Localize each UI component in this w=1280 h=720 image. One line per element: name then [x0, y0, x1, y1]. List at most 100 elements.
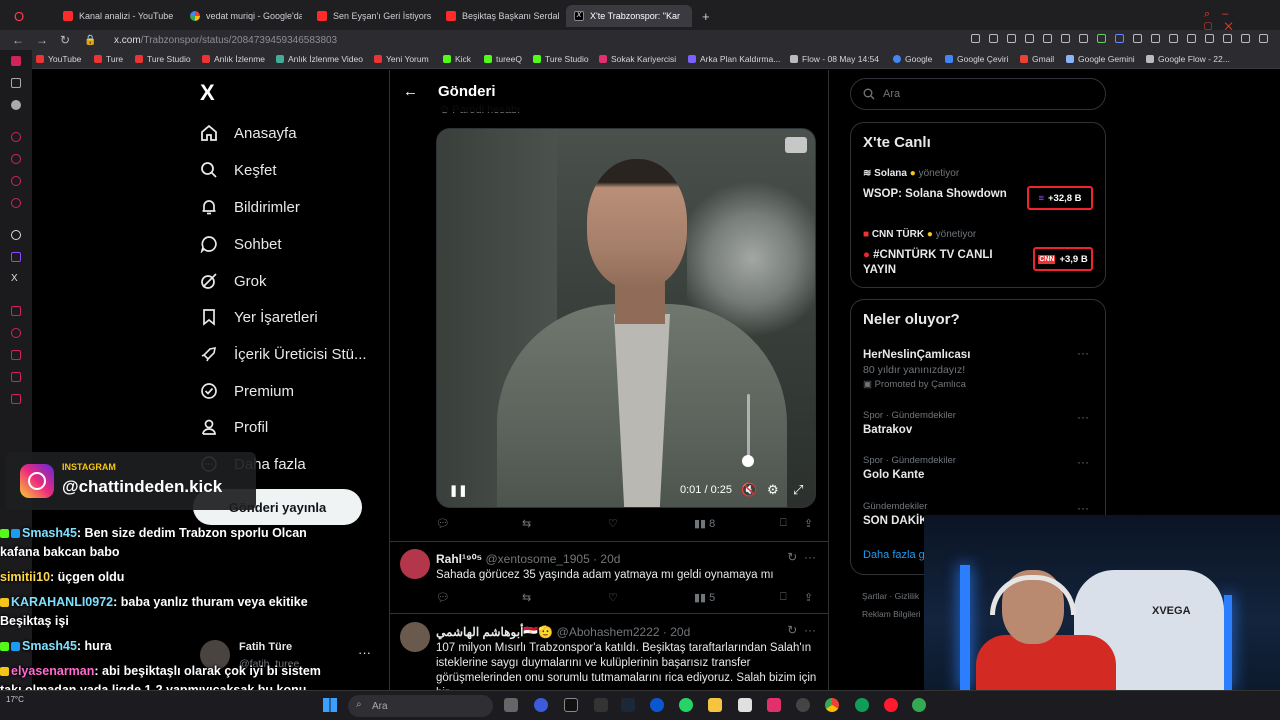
tiktok-icon[interactable]	[564, 698, 578, 712]
share-icon[interactable]: ⇪	[804, 591, 813, 604]
opera-icon[interactable]	[884, 698, 898, 712]
reply-author[interactable]: Rahl¹⁹⁰⁵ @xentosome_1905 · 20d	[436, 552, 620, 566]
nav-grok[interactable]: Grok	[200, 269, 267, 293]
speed-dial-icon[interactable]	[11, 78, 21, 88]
bookmark-yeni-yorum[interactable]: Yeni Yorum	[374, 54, 429, 64]
show-more-link[interactable]: Daha fazla gö	[863, 549, 931, 561]
footer-links[interactable]: Reklam Bilgileri	[862, 609, 921, 619]
trend-item[interactable]: HerNeslinÇamlıcası 80 yıldır yanınızdayı…	[863, 346, 1095, 390]
new-tab-button[interactable]: +	[694, 5, 712, 27]
nav-profile[interactable]: Profil	[200, 415, 268, 439]
bookmark-sokak-kariyercisi[interactable]: Sokak Kariyercisi	[599, 54, 676, 64]
home-sidebar-icon[interactable]	[11, 56, 21, 66]
tab-3[interactable]: Sen Eyşan'ı Geri İstiyorsun	[309, 5, 431, 27]
forward-arrow-icon[interactable]: →	[36, 33, 48, 47]
back-arrow-icon[interactable]: ←	[12, 33, 24, 47]
tab-4[interactable]: Beşiktaş Başkanı Serdal Ad	[438, 5, 560, 27]
instagram-icon[interactable]	[11, 176, 21, 186]
bookmark-tureeq[interactable]: tureeQ	[484, 54, 522, 64]
steam-icon[interactable]	[621, 698, 635, 712]
back-arrow-icon[interactable]: ←	[403, 83, 418, 100]
reply-icon[interactable]: 💬︎	[436, 591, 450, 604]
bookmark-google-ceviri[interactable]: Google Çeviri	[945, 54, 1009, 64]
more-options-icon[interactable]: ↻ ···	[787, 550, 816, 564]
x-sidebar-icon[interactable]: X	[11, 274, 21, 284]
whatsapp-icon[interactable]	[11, 154, 21, 164]
settings-gear-icon[interactable]: ⚙	[767, 482, 779, 498]
search-input[interactable]: Ara	[850, 78, 1106, 110]
cube-icon[interactable]	[11, 350, 21, 360]
x-logo[interactable]: X	[200, 80, 215, 106]
live-source[interactable]: ■ CNN TÜRK ● yönetiyor	[863, 229, 976, 240]
more-options-icon[interactable]: ···	[358, 645, 371, 660]
bookmark-google-gemini[interactable]: Google Gemini	[1066, 54, 1135, 64]
file-explorer-icon[interactable]	[708, 698, 722, 712]
more-options-icon[interactable]: ···	[1077, 410, 1089, 424]
downloads-icon[interactable]	[11, 394, 21, 404]
tab-1[interactable]: Kanal analizi - YouTube Stu	[55, 5, 175, 27]
app-icon[interactable]	[796, 698, 810, 712]
nav-bookmarks[interactable]: Yer İşaretleri	[200, 305, 318, 329]
twitch-icon[interactable]	[11, 252, 21, 262]
record-icon[interactable]	[11, 100, 21, 110]
weather-widget[interactable]: 17°C	[6, 695, 24, 704]
live-badge[interactable]: CNN +3,9 B	[1033, 247, 1093, 271]
avatar[interactable]	[400, 549, 430, 579]
edge-icon[interactable]	[855, 698, 869, 712]
nav-chat[interactable]: Sohbet	[200, 232, 282, 256]
bookmark-flow[interactable]: Flow - 08 May 14:54	[790, 54, 879, 64]
live-source[interactable]: ≋ Solana ● yönetiyor	[863, 168, 959, 179]
fullscreen-icon[interactable]: ⤢	[793, 482, 803, 498]
epic-games-icon[interactable]	[594, 698, 608, 712]
bookmark-google-flow[interactable]: Google Flow - 22...	[1146, 54, 1230, 64]
chrome-icon[interactable]	[825, 698, 839, 712]
messenger-icon[interactable]	[11, 132, 21, 142]
live-title[interactable]: ● #CNNTÜRK TV CANLI YAYIN	[863, 248, 1023, 278]
avatar[interactable]	[400, 622, 430, 652]
bookmark-action-icon[interactable]: ⎕	[780, 517, 787, 530]
views-icon[interactable]: ▮▮ 5	[694, 591, 715, 604]
app-icon[interactable]	[534, 698, 548, 712]
more-options-icon[interactable]: ···	[1077, 455, 1089, 469]
bookmark-ture-studio-2[interactable]: Ture Studio	[533, 54, 589, 64]
views-icon[interactable]: ▮▮ 8	[694, 517, 715, 530]
bookmark-google[interactable]: Google	[893, 54, 932, 64]
windows-start-icon[interactable]	[323, 698, 337, 712]
reply-author[interactable]: أبوهاشم الهاشمي🇪🇬🫡 @Abohashem2222 · 20d	[436, 625, 690, 639]
bookmark-ture[interactable]: Ture	[94, 54, 123, 64]
pause-icon[interactable]: ❚❚	[449, 484, 467, 497]
location-icon[interactable]	[11, 198, 21, 208]
music-icon[interactable]	[11, 306, 21, 316]
bookmark-action-icon[interactable]: ⎕	[780, 591, 787, 604]
pinboard-icon[interactable]	[11, 328, 21, 338]
more-options-icon[interactable]: ↻ ···	[787, 623, 816, 637]
repost-icon[interactable]: ⇆	[522, 591, 531, 604]
more-options-icon[interactable]: ···	[1077, 346, 1089, 360]
nav-creator-studio[interactable]: İçerik Üreticisi Stü...	[200, 342, 367, 366]
video-player[interactable]: ❚❚ 0:01 / 0:25 🔇 ⚙ ⤢	[436, 128, 816, 508]
chrome-icon[interactable]	[912, 698, 926, 712]
url-field[interactable]: x.com/Trabzonspor/status/208473945934658…	[114, 35, 337, 46]
volume-slider[interactable]	[747, 394, 750, 464]
reload-icon[interactable]: ↻	[60, 33, 72, 47]
repost-icon[interactable]: ⇆	[522, 517, 531, 530]
share-icon[interactable]: ⇪	[804, 517, 813, 530]
reply-tweet[interactable]: Rahl¹⁹⁰⁵ @xentosome_1905 · 20d ↻ ··· Sah…	[390, 541, 828, 613]
bookmark-arka-plan[interactable]: Arka Plan Kaldırma...	[688, 54, 780, 64]
nav-home[interactable]: Anasayfa	[200, 121, 297, 145]
opera-menu-icon[interactable]: O	[6, 5, 28, 27]
download-icon[interactable]	[785, 137, 807, 153]
nav-notifications[interactable]: Bildirimler	[200, 195, 300, 219]
live-title[interactable]: WSOP: Solana Showdown	[863, 187, 1023, 202]
taskbar-search[interactable]: ⌕ Ara	[348, 695, 493, 717]
history-icon[interactable]	[11, 372, 21, 382]
reply-icon[interactable]: 💬︎	[436, 517, 450, 530]
chatgpt-icon[interactable]	[11, 230, 21, 240]
bookmark-anlik-izlenme[interactable]: Anlık İzlenme	[202, 54, 265, 64]
trend-item[interactable]: Spor · Gündemdekiler Batrakov ···	[863, 410, 1095, 436]
nav-premium[interactable]: Premium	[200, 379, 294, 403]
task-view-icon[interactable]	[504, 698, 518, 712]
more-options-icon[interactable]: ···	[1077, 501, 1089, 515]
bookmark-anlik-izlenme-video[interactable]: Anlık İzlenme Video	[276, 54, 363, 64]
mute-icon[interactable]: 🔇	[741, 482, 757, 498]
